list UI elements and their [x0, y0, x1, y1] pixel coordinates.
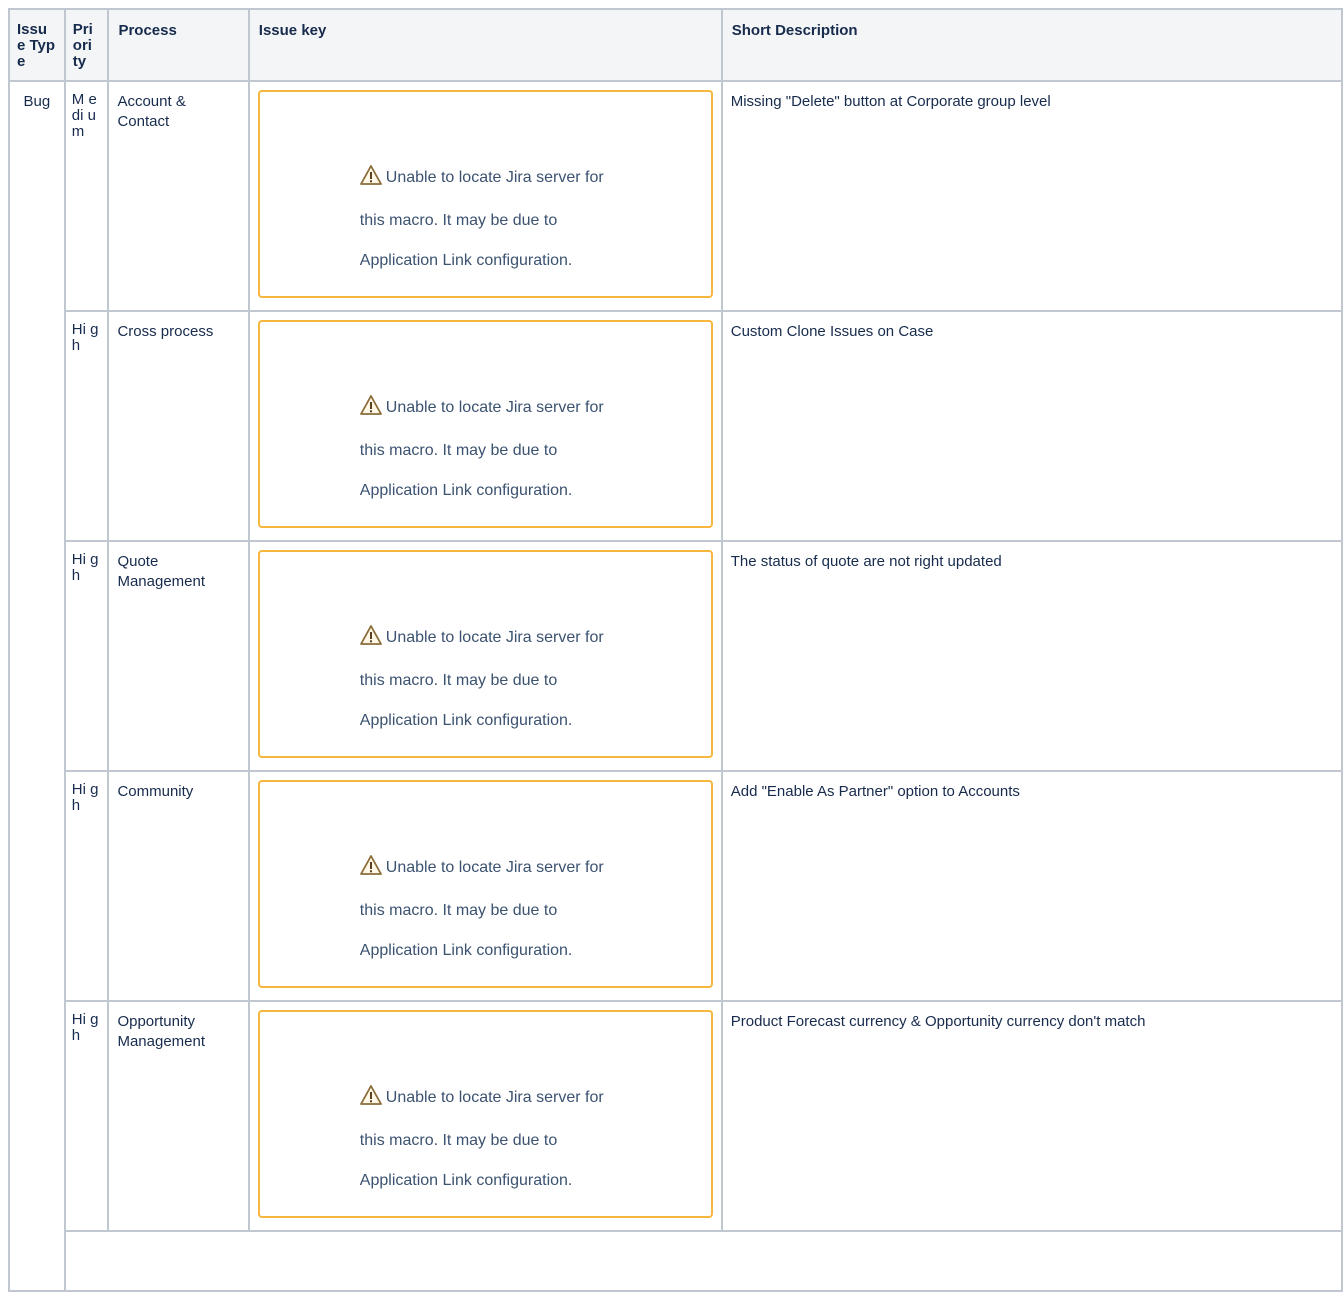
warning-text-line3: Application Link configuration. [359, 942, 573, 959]
process-cell: Quote Management [107, 540, 250, 772]
table-row: Hi gh Community Unable to locate Jira se… [9, 770, 1343, 1002]
empty-cell [63, 1230, 1343, 1292]
table-row: Hi gh Cross process Unable to locate Jir… [9, 310, 1343, 542]
header-issue-key: Issue key [247, 8, 723, 82]
table-row: Hi gh Quote Management Unable to locate … [9, 540, 1343, 772]
issue-key-cell: Unable to locate Jira server for this ma… [247, 80, 723, 312]
warning-triangle-icon [359, 621, 382, 661]
issue-key-cell: Unable to locate Jira server for this ma… [247, 1000, 723, 1232]
warning-text-line3: Application Link configuration. [359, 482, 573, 499]
description-cell: The status of quote are not right update… [720, 540, 1343, 772]
warning-text-line2: this macro. It may be due to [359, 902, 558, 919]
warning-text-line1: Unable to locate Jira server for [385, 169, 604, 186]
warning-text-line1: Unable to locate Jira server for [385, 1089, 604, 1106]
priority-cell: Hi gh [63, 310, 110, 542]
table-row-empty [9, 1230, 1343, 1292]
process-cell: Cross process [107, 310, 250, 542]
priority-cell: M edi um [63, 80, 110, 312]
warning-text-line1: Unable to locate Jira server for [385, 399, 604, 416]
issue-type-cell: Bug [8, 80, 66, 1292]
process-cell: Account & Contact [107, 80, 250, 312]
warning-text-line2: this macro. It may be due to [359, 212, 558, 229]
description-cell: Custom Clone Issues on Case [720, 310, 1343, 542]
issue-key-cell: Unable to locate Jira server for this ma… [247, 540, 723, 772]
warning-triangle-icon [359, 851, 382, 891]
priority-cell: Hi gh [63, 770, 110, 1002]
jira-macro-error-box: Unable to locate Jira server for this ma… [257, 550, 713, 758]
header-issue-type: Issu e Type [8, 8, 66, 82]
table-row: Bug M edi um Account & Contact Unable to… [8, 80, 1343, 1292]
warning-text-line3: Application Link configuration. [359, 252, 573, 269]
jira-macro-error-box: Unable to locate Jira server for this ma… [257, 90, 713, 298]
jira-macro-error-box: Unable to locate Jira server for this ma… [257, 1010, 713, 1218]
process-cell: Opportunity Management [107, 1000, 250, 1232]
warning-text-line3: Application Link configuration. [359, 712, 573, 729]
description-cell: Missing "Delete" button at Corporate gro… [720, 80, 1343, 312]
warning-text-line3: Application Link configuration. [359, 1172, 573, 1189]
warning-text-line1: Unable to locate Jira server for [385, 859, 604, 876]
process-cell: Community [107, 770, 250, 1002]
warning-text-line1: Unable to locate Jira server for [385, 629, 604, 646]
warning-triangle-icon [359, 391, 382, 431]
warning-triangle-icon [359, 1081, 382, 1121]
priority-cell: Hi gh [63, 1000, 110, 1232]
warning-triangle-icon [359, 161, 382, 201]
issue-key-cell: Unable to locate Jira server for this ma… [247, 770, 723, 1002]
jira-macro-error-box: Unable to locate Jira server for this ma… [257, 320, 713, 528]
issue-key-cell: Unable to locate Jira server for this ma… [247, 310, 723, 542]
table-row: Hi gh Opportunity Management Unable to l… [9, 1000, 1343, 1232]
header-process: Process [107, 8, 250, 82]
issues-table: Issu e Type Pri ori ty Process Issue key… [8, 8, 1343, 1292]
description-cell: Product Forecast currency & Opportunity … [720, 1000, 1343, 1232]
header-short-description: Short Description [720, 8, 1343, 82]
issues-table-wrapper: Issu e Type Pri ori ty Process Issue key… [8, 8, 1343, 1292]
warning-text-line2: this macro. It may be due to [359, 1132, 558, 1149]
header-row: Issu e Type Pri ori ty Process Issue key… [8, 8, 1343, 82]
priority-cell: Hi gh [63, 540, 110, 772]
description-cell: Add "Enable As Partner" option to Accoun… [720, 770, 1343, 1002]
header-priority: Pri ori ty [63, 8, 110, 82]
warning-text-line2: this macro. It may be due to [359, 672, 558, 689]
jira-macro-error-box: Unable to locate Jira server for this ma… [257, 780, 713, 988]
warning-text-line2: this macro. It may be due to [359, 442, 558, 459]
